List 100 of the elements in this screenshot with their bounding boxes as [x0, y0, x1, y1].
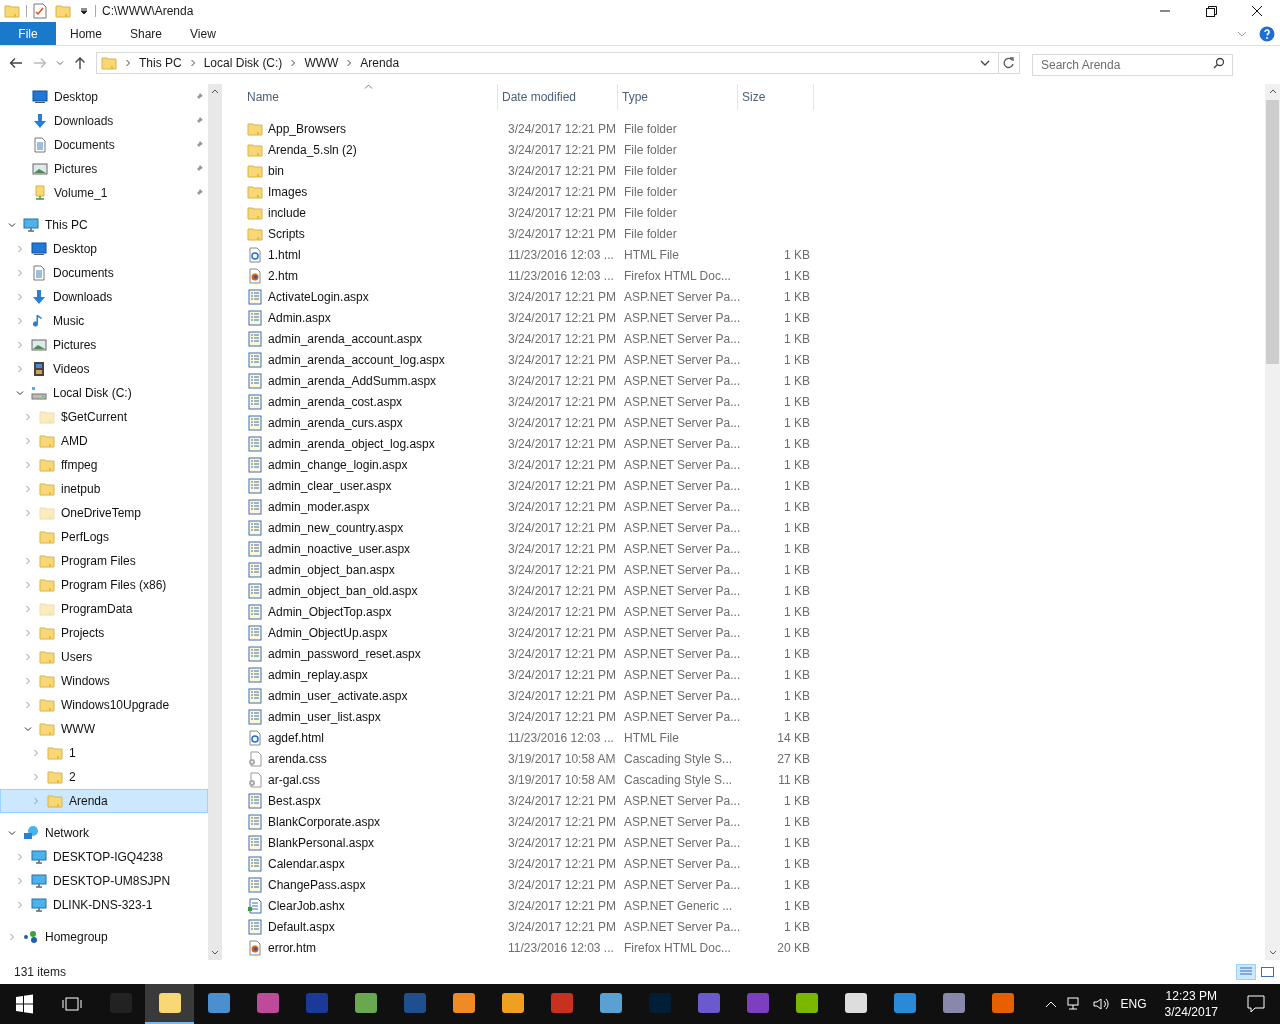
breadcrumb[interactable]: Local Disk (C:)	[203, 54, 283, 72]
large-icons-view-icon[interactable]	[1260, 964, 1276, 980]
chevron-right-icon[interactable]	[24, 701, 32, 709]
column-header[interactable]: Date modified	[498, 84, 618, 110]
breadcrumb[interactable]: WWW	[304, 54, 339, 72]
input-language[interactable]: ENG	[1120, 995, 1147, 1013]
ribbon-tab[interactable]: File	[0, 22, 56, 45]
scroll-up-icon[interactable]	[1268, 88, 1277, 94]
chevron-right-icon[interactable]	[24, 509, 32, 517]
column-header[interactable]: Type	[618, 84, 738, 110]
file-row[interactable]: ActivateLogin.aspx 3/24/2017 12:21 PM ASP.NET Server Pa... 1 KB	[243, 286, 1265, 307]
chevron-right-icon[interactable]	[32, 797, 40, 805]
chevron-right-icon[interactable]	[16, 365, 24, 373]
chevron-right-icon[interactable]	[16, 269, 24, 277]
chevron-right-icon[interactable]	[289, 59, 298, 67]
chevron-right-icon[interactable]	[16, 341, 24, 349]
chevron-right-icon[interactable]	[24, 581, 32, 589]
nav-tree-item[interactable]: Windows	[0, 669, 208, 693]
help-icon[interactable]	[1259, 25, 1275, 42]
file-row[interactable]: admin_arenda_object_log.aspx 3/24/2017 12:21 PM ASP.NET Server Pa... 1 KB	[243, 433, 1265, 454]
search-field[interactable]: Search Arenda	[1032, 54, 1233, 76]
breadcrumb[interactable]: This PC	[139, 54, 182, 72]
nav-tree-item[interactable]: 1	[0, 741, 208, 765]
file-row[interactable]: include 3/24/2017 12:21 PM File folder	[243, 202, 1265, 223]
nav-tree-item[interactable]: Windows10Upgrade	[0, 693, 208, 717]
chevron-right-icon[interactable]	[188, 59, 197, 67]
breadcrumb[interactable]: Arenda	[360, 54, 400, 72]
file-row[interactable]: error.htm 11/23/2016 12:03 ... Firefox HTML Doc... 20 KB	[243, 937, 1265, 958]
ribbon-tab[interactable]: View	[176, 22, 230, 45]
nav-tree-item[interactable]: This PC	[0, 213, 208, 237]
chevron-right-icon[interactable]	[24, 557, 32, 565]
nav-tree-item[interactable]: Projects	[0, 621, 208, 645]
quick-access-item[interactable]: Desktop	[0, 85, 208, 109]
chevron-right-icon[interactable]	[345, 59, 354, 67]
scroll-down-icon[interactable]	[1268, 950, 1277, 956]
ribbon-tab[interactable]: Share	[116, 22, 177, 45]
chevron-right-icon[interactable]	[16, 293, 24, 301]
chevron-right-icon[interactable]	[32, 749, 40, 757]
file-row[interactable]: Default.aspx 3/24/2017 12:21 PM ASP.NET Server Pa... 1 KB	[243, 916, 1265, 937]
nav-tree-item[interactable]: DESKTOP-IGQ4238	[0, 845, 208, 869]
file-row[interactable]: App_Browsers 3/24/2017 12:21 PM File folder	[243, 118, 1265, 139]
nav-tree-item[interactable]: DESKTOP-UM8SJPN	[0, 869, 208, 893]
nav-tree-item[interactable]: $GetCurrent	[0, 405, 208, 429]
nav-tree-item[interactable]: Local Disk (C:)	[0, 381, 208, 405]
chevron-right-icon[interactable]	[16, 317, 24, 325]
nav-tree-item[interactable]: Network	[0, 821, 208, 845]
nav-tree-item[interactable]: Pictures	[0, 333, 208, 357]
file-row[interactable]: ChangePass.aspx 3/24/2017 12:21 PM ASP.NET Server Pa... 1 KB	[243, 874, 1265, 895]
chevron-right-icon[interactable]	[24, 677, 32, 685]
column-header[interactable]: Name	[243, 84, 498, 110]
chevron-right-icon[interactable]	[24, 653, 32, 661]
file-row[interactable]: Admin.aspx 3/24/2017 12:21 PM ASP.NET Server Pa... 1 KB	[243, 307, 1265, 328]
file-row[interactable]: Images 3/24/2017 12:21 PM File folder	[243, 181, 1265, 202]
file-row[interactable]: admin_arenda_curs.aspx 3/24/2017 12:21 PM ASP.NET Server Pa... 1 KB	[243, 412, 1265, 433]
file-row[interactable]: ClearJob.ashx 3/24/2017 12:21 PM ASP.NET Generic ... 1 KB	[243, 895, 1265, 916]
file-row[interactable]: admin_moder.aspx 3/24/2017 12:21 PM ASP.NET Server Pa... 1 KB	[243, 496, 1265, 517]
search-icon[interactable]	[1213, 57, 1225, 69]
nav-tree-item[interactable]: Homegroup	[0, 925, 208, 949]
nav-tree-item[interactable]: ProgramData	[0, 597, 208, 621]
taskbar-app[interactable]	[145, 984, 194, 1024]
nav-tree-item[interactable]: Music	[0, 309, 208, 333]
chevron-right-icon[interactable]	[16, 877, 24, 885]
file-row[interactable]: admin_change_login.aspx 3/24/2017 12:21 PM ASP.NET Server Pa... 1 KB	[243, 454, 1265, 475]
scrollbar[interactable]	[1265, 84, 1280, 960]
file-row[interactable]: arenda.css 3/19/2017 10:58 AM Cascading Style S... 27 KB	[243, 748, 1265, 769]
file-row[interactable]: admin_noactive_user.aspx 3/24/2017 12:21 PM ASP.NET Server Pa... 1 KB	[243, 538, 1265, 559]
nav-tree-item[interactable]: PerfLogs	[0, 525, 208, 549]
nav-tree-item[interactable]: Users	[0, 645, 208, 669]
nav-tree-item[interactable]: Program Files (x86)	[0, 573, 208, 597]
scroll-down-icon[interactable]	[211, 950, 219, 956]
nav-tree-item[interactable]: Videos	[0, 357, 208, 381]
quick-access-item[interactable]: Volume_1	[0, 181, 208, 205]
nav-tree-item[interactable]: Arenda	[0, 789, 208, 813]
clock[interactable]: 12:23 PM 3/24/2017	[1156, 988, 1226, 1020]
chevron-right-icon[interactable]	[16, 245, 24, 253]
file-row[interactable]: Best.aspx 3/24/2017 12:21 PM ASP.NET Server Pa... 1 KB	[243, 790, 1265, 811]
column-header[interactable]: Size	[738, 84, 814, 110]
nav-tree-item[interactable]: 2	[0, 765, 208, 789]
chevron-right-icon[interactable]	[24, 461, 32, 469]
scrollbar[interactable]	[208, 84, 222, 960]
quick-access-item[interactable]: Downloads	[0, 109, 208, 133]
recent-locations-icon[interactable]	[56, 59, 64, 67]
file-row[interactable]: Scripts 3/24/2017 12:21 PM File folder	[243, 223, 1265, 244]
nav-tree-item[interactable]: Program Files	[0, 549, 208, 573]
nav-tree-item[interactable]: OneDriveTemp	[0, 501, 208, 525]
quick-access-item[interactable]: Documents	[0, 133, 208, 157]
file-row[interactable]: admin_arenda_AddSumm.aspx 3/24/2017 12:21 PM ASP.NET Server Pa... 1 KB	[243, 370, 1265, 391]
nav-tree-item[interactable]: ffmpeg	[0, 453, 208, 477]
chevron-right-icon[interactable]	[16, 901, 24, 909]
file-row[interactable]: BlankCorporate.aspx 3/24/2017 12:21 PM ASP.NET Server Pa... 1 KB	[243, 811, 1265, 832]
file-row[interactable]: admin_new_country.aspx 3/24/2017 12:21 PM ASP.NET Server Pa... 1 KB	[243, 517, 1265, 538]
properties-icon[interactable]	[33, 3, 47, 19]
chevron-right-icon[interactable]	[24, 605, 32, 613]
nav-tree-item[interactable]: Desktop	[0, 237, 208, 261]
file-row[interactable]: 2.htm 11/23/2016 12:03 ... Firefox HTML Doc... 1 KB	[243, 265, 1265, 286]
file-row[interactable]: admin_user_list.aspx 3/24/2017 12:21 PM ASP.NET Server Pa... 1 KB	[243, 706, 1265, 727]
ribbon-tab[interactable]: Home	[56, 22, 116, 45]
file-row[interactable]: admin_arenda_account.aspx 3/24/2017 12:21 PM ASP.NET Server Pa... 1 KB	[243, 328, 1265, 349]
quick-access-item[interactable]: Pictures	[0, 157, 208, 181]
file-row[interactable]: 1.html 11/23/2016 12:03 ... HTML File 1 KB	[243, 244, 1265, 265]
